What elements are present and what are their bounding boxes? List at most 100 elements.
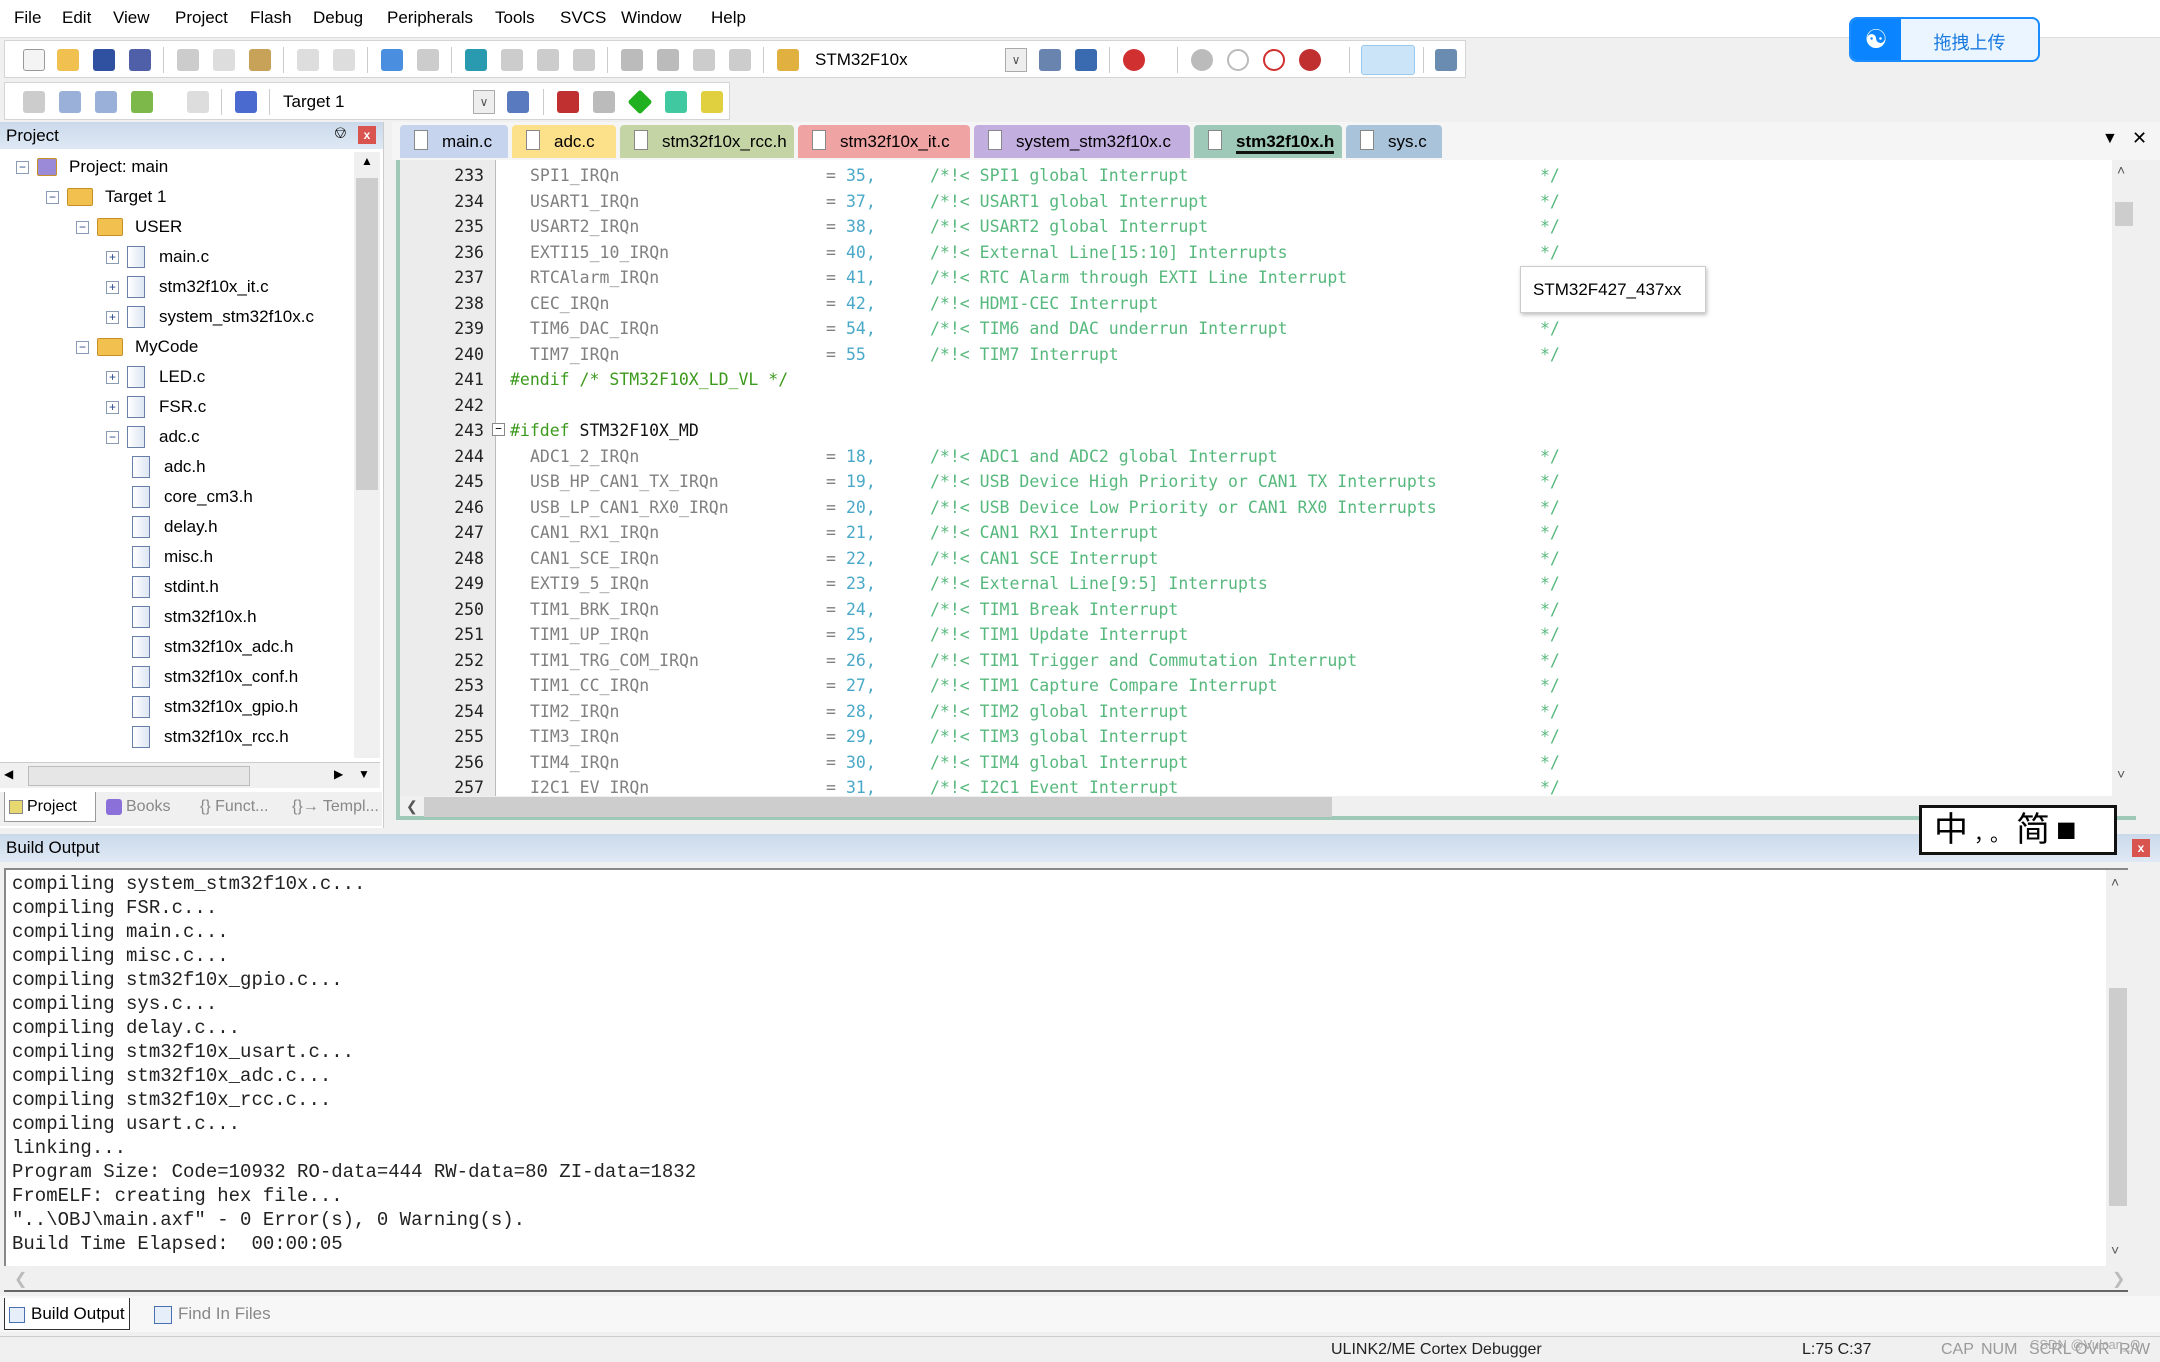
open-file-icon[interactable] bbox=[57, 49, 79, 71]
collapse-icon[interactable]: − bbox=[76, 220, 89, 234]
find-icon[interactable] bbox=[1039, 49, 1061, 71]
tab-functions[interactable]: {} Funct... bbox=[196, 792, 272, 822]
tree-item[interactable]: core_cm3.h bbox=[132, 482, 253, 512]
clear-bookmarks-icon[interactable] bbox=[573, 49, 595, 71]
navigate-forward-icon[interactable] bbox=[417, 49, 439, 71]
save-all-icon[interactable] bbox=[129, 49, 151, 71]
drag-upload-button[interactable]: ☯ 拖拽上传 bbox=[1849, 17, 2040, 62]
target-combo[interactable]: Target 1 bbox=[283, 92, 344, 112]
tree-item[interactable]: + stm32f10x_it.c bbox=[106, 272, 269, 302]
tab-adc-c[interactable]: adc.c bbox=[512, 125, 616, 158]
tab-main-c[interactable]: main.c bbox=[400, 125, 508, 158]
tab-stm32f10x-it-c[interactable]: stm32f10x_it.c bbox=[798, 125, 970, 158]
tab-stm32f10x-h[interactable]: stm32f10x.h bbox=[1194, 125, 1342, 158]
ime-punctuation[interactable]: ，。 bbox=[1974, 824, 2016, 846]
next-bookmark-icon[interactable] bbox=[537, 49, 559, 71]
tree-item[interactable]: adc.h bbox=[132, 452, 206, 482]
collapse-icon[interactable]: − bbox=[106, 430, 119, 444]
tree-item[interactable]: + system_stm32f10x.c bbox=[106, 302, 314, 332]
close-file-icon[interactable]: ✕ bbox=[2132, 128, 2147, 149]
expand-icon[interactable]: + bbox=[106, 310, 119, 324]
close-icon[interactable]: x bbox=[2132, 839, 2150, 857]
tab-list-dropdown-icon[interactable]: ▼ bbox=[2102, 130, 2118, 148]
menu-debug[interactable]: Debug bbox=[313, 8, 363, 28]
tab-templates[interactable]: {}→ Templ... bbox=[288, 792, 383, 822]
tree-item[interactable]: stm32f10x_conf.h bbox=[132, 662, 298, 692]
tab-project[interactable]: Project bbox=[4, 792, 96, 822]
menu-edit[interactable]: Edit bbox=[62, 8, 91, 28]
debug-session-icon[interactable] bbox=[1123, 49, 1145, 71]
menu-view[interactable]: View bbox=[113, 8, 150, 28]
tree-item[interactable]: stm32f10x_adc.h bbox=[132, 632, 293, 662]
menu-tools[interactable]: Tools bbox=[495, 8, 535, 28]
tree-item[interactable]: stdint.h bbox=[132, 572, 219, 602]
editor-vertical-scrollbar[interactable]: ˄ ˅ bbox=[2112, 160, 2136, 796]
translate-icon[interactable] bbox=[23, 91, 45, 113]
run-time-env-icon[interactable] bbox=[701, 91, 723, 113]
tree-item[interactable]: + main.c bbox=[106, 242, 209, 272]
comment-icon[interactable] bbox=[693, 49, 715, 71]
tree-item[interactable]: + FSR.c bbox=[106, 392, 206, 422]
scrollbar-thumb[interactable] bbox=[356, 178, 378, 490]
redo-icon[interactable] bbox=[333, 49, 355, 71]
build-vertical-scrollbar[interactable]: ˄ ˅ bbox=[2106, 870, 2130, 1266]
tree-item[interactable]: − MyCode bbox=[76, 332, 198, 362]
ime-script[interactable]: 简 bbox=[2016, 811, 2056, 849]
manage-components-icon[interactable] bbox=[557, 91, 579, 113]
scrollbar-thumb[interactable] bbox=[2109, 988, 2127, 1206]
disable-all-breakpoints-icon[interactable] bbox=[1263, 49, 1285, 71]
build-output-log[interactable]: compiling system_stm32f10x.c... compiling… bbox=[4, 868, 2130, 1268]
paste-icon[interactable] bbox=[249, 49, 271, 71]
tree-item[interactable]: − Target 1 bbox=[46, 182, 166, 212]
navigate-back-icon[interactable] bbox=[381, 49, 403, 71]
stop-build-icon[interactable] bbox=[187, 91, 209, 113]
tree-item[interactable]: stm32f10x_gpio.h bbox=[132, 692, 298, 722]
tab-stm32f10x-rcc-h[interactable]: stm32f10x_rcc.h bbox=[620, 125, 794, 158]
unindent-icon[interactable] bbox=[657, 49, 679, 71]
expand-icon[interactable]: + bbox=[106, 280, 119, 294]
bookmark-icon[interactable] bbox=[465, 49, 487, 71]
collapse-icon[interactable]: − bbox=[76, 340, 89, 354]
tree-item[interactable]: stm32f10x_rcc.h bbox=[132, 722, 289, 752]
scrollbar-thumb[interactable] bbox=[424, 797, 1332, 817]
build-horizontal-scrollbar[interactable]: ❮ ❯ bbox=[4, 1266, 2128, 1292]
tree-item[interactable]: − adc.c bbox=[106, 422, 200, 452]
tree-item[interactable]: + LED.c bbox=[106, 362, 205, 392]
menu-flash[interactable]: Flash bbox=[250, 8, 292, 28]
expand-icon[interactable]: + bbox=[106, 370, 119, 384]
kill-breakpoints-icon[interactable] bbox=[1299, 49, 1321, 71]
build-icon[interactable] bbox=[59, 91, 81, 113]
editor-horizontal-scrollbar[interactable]: ❮ bbox=[396, 796, 2136, 820]
menu-file[interactable]: File bbox=[14, 8, 41, 28]
batch-build-icon[interactable] bbox=[131, 91, 153, 113]
menu-window[interactable]: Window bbox=[621, 8, 681, 28]
code-editor[interactable]: 233 SPI1_IRQn = 35, /*!< SPI1 global Interru… bbox=[396, 160, 2136, 796]
chevron-down-icon[interactable]: ∨ bbox=[1005, 48, 1027, 72]
menu-project[interactable]: Project bbox=[175, 8, 228, 28]
window-layout-icon[interactable] bbox=[1361, 45, 1415, 75]
tree-horizontal-scrollbar[interactable]: ◀ ▶ ▼ bbox=[0, 762, 380, 788]
tree-item[interactable]: stm32f10x.h bbox=[132, 602, 257, 632]
ime-skin-shirt-icon[interactable]: ■ bbox=[2056, 811, 2083, 849]
fold-collapse-icon[interactable]: − bbox=[492, 423, 505, 436]
find-in-files-icon[interactable] bbox=[777, 49, 799, 71]
download-load-icon[interactable] bbox=[235, 91, 257, 113]
close-icon[interactable]: x bbox=[358, 126, 376, 144]
menu-help[interactable]: Help bbox=[711, 8, 746, 28]
tab-system-stm32f10x-c[interactable]: system_stm32f10x.c bbox=[974, 125, 1190, 158]
pin-icon[interactable]: ⎊ bbox=[334, 125, 347, 143]
tree-item[interactable]: − Project: main bbox=[16, 152, 168, 182]
indent-icon[interactable] bbox=[621, 49, 643, 71]
ime-mode[interactable]: 中 bbox=[1934, 811, 1974, 849]
cut-icon[interactable] bbox=[177, 49, 199, 71]
disable-breakpoint-icon[interactable] bbox=[1227, 49, 1249, 71]
select-packs-icon[interactable] bbox=[593, 91, 615, 113]
undo-icon[interactable] bbox=[297, 49, 319, 71]
rebuild-icon[interactable] bbox=[95, 91, 117, 113]
menu-peripherals[interactable]: Peripherals bbox=[387, 8, 473, 28]
tree-item[interactable]: − USER bbox=[76, 212, 182, 242]
expand-icon[interactable]: + bbox=[106, 250, 119, 264]
expand-icon[interactable]: + bbox=[106, 400, 119, 414]
device-combo[interactable]: STM32F10x bbox=[815, 50, 908, 70]
prev-bookmark-icon[interactable] bbox=[501, 49, 523, 71]
